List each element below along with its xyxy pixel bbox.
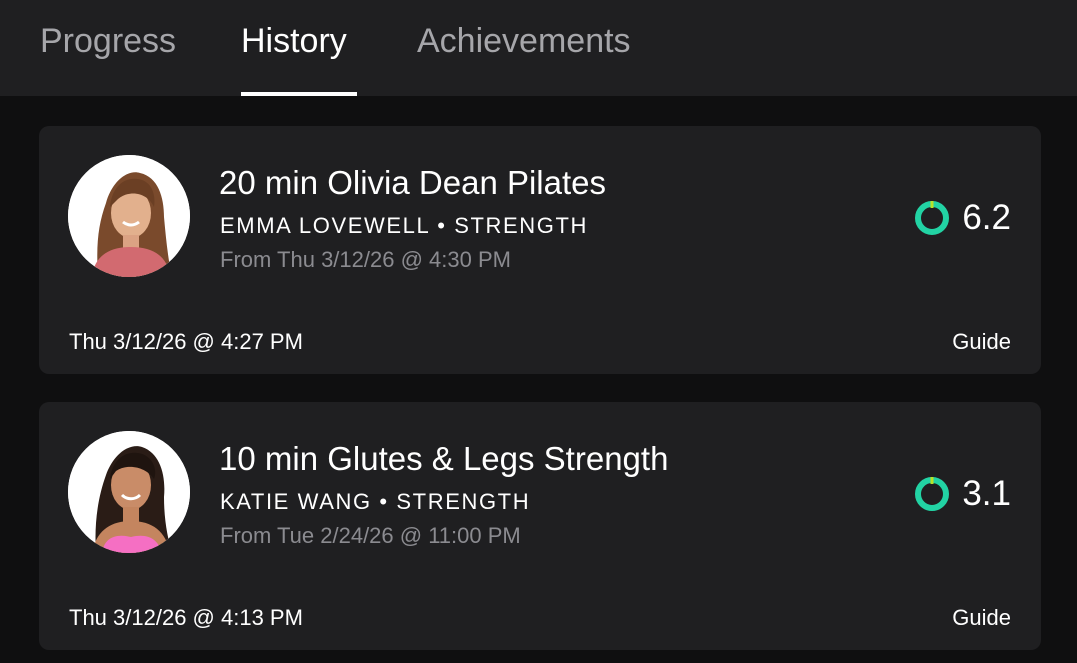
ring-icon bbox=[915, 201, 950, 235]
guide-link[interactable]: Guide bbox=[952, 329, 1011, 355]
workout-date: Thu 3/12/26 @ 4:27 PM bbox=[69, 329, 303, 354]
tab-history-label: History bbox=[241, 22, 347, 60]
tab-achievements[interactable]: Achievements bbox=[417, 0, 631, 96]
instructor-photo bbox=[68, 155, 190, 277]
strive-score: 3.1 bbox=[914, 474, 1011, 514]
workout-title: 10 min Glutes & Legs Strength bbox=[219, 440, 669, 477]
workout-date: Thu 3/12/26 @ 4:13 PM bbox=[69, 605, 303, 630]
workout-card[interactable]: 10 min Glutes & Legs Strength KATIE WANG… bbox=[39, 402, 1041, 650]
workout-from-date: From Thu 3/12/26 @ 4:30 PM bbox=[220, 247, 511, 272]
guide-link[interactable]: Guide bbox=[952, 605, 1011, 631]
strive-score: 6.2 bbox=[914, 198, 1011, 238]
workout-from-date: From Tue 2/24/26 @ 11:00 PM bbox=[220, 523, 521, 548]
score-value: 6.2 bbox=[962, 198, 1011, 237]
tab-progress[interactable]: Progress bbox=[40, 0, 176, 96]
instructor-photo bbox=[68, 431, 190, 553]
tab-achievements-label: Achievements bbox=[417, 22, 631, 60]
ring-icon bbox=[915, 477, 950, 511]
tab-history[interactable]: History bbox=[241, 0, 357, 96]
active-tab-underline bbox=[241, 92, 357, 96]
workout-title: 20 min Olivia Dean Pilates bbox=[219, 164, 607, 201]
workout-meta: KATIE WANG • STRENGTH bbox=[220, 489, 531, 514]
workout-card[interactable]: 20 min Olivia Dean Pilates EMMA LOVEWELL… bbox=[39, 126, 1041, 374]
instructor-avatar bbox=[68, 431, 190, 553]
instructor-avatar bbox=[68, 155, 190, 277]
workout-meta: EMMA LOVEWELL • STRENGTH bbox=[220, 213, 589, 238]
tab-progress-label: Progress bbox=[40, 22, 177, 60]
score-value: 3.1 bbox=[962, 474, 1011, 513]
tab-bar: Progress History Achievements bbox=[0, 0, 1077, 96]
